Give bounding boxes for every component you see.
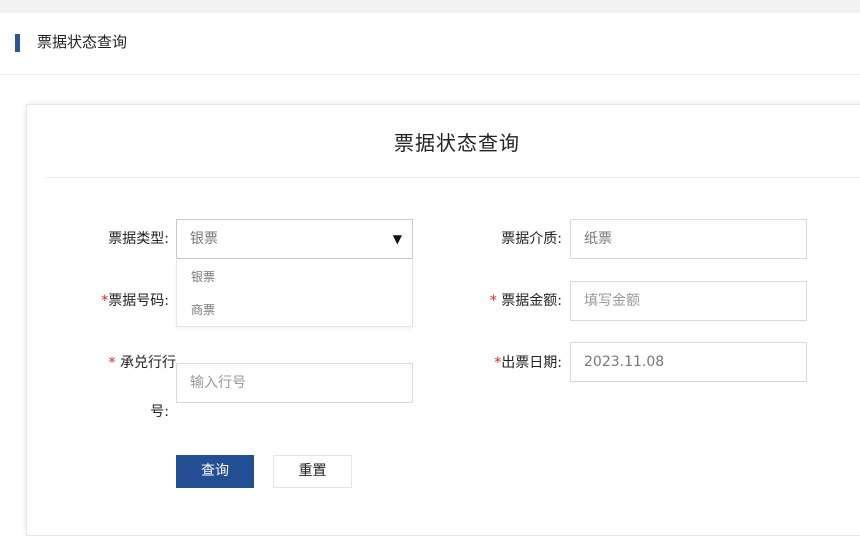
bill-medium-label-text: 票据介质: (501, 231, 562, 247)
bill-number-label-text: 票据号码: (108, 293, 169, 309)
bill-type-dropdown: 银票 商票 (176, 260, 413, 327)
acceptor-bank-label-cont: 号: (78, 403, 169, 421)
required-mark: * (108, 355, 120, 371)
bill-type-label-text: 票据类型: (108, 231, 169, 247)
bill-type-value: 银票 (190, 231, 218, 247)
query-button[interactable]: 查询 (176, 455, 254, 488)
bill-amount-label: * 票据金额: (470, 292, 562, 310)
bill-type-select[interactable]: 银票 ▼ (176, 219, 413, 259)
issue-date-label-text: 出票日期: (501, 355, 562, 371)
acceptor-bank-placeholder: 输入行号 (190, 375, 246, 391)
issue-date-field[interactable]: 2023.11.08 (570, 342, 807, 382)
page-header: 票据状态查询 (0, 13, 860, 75)
dropdown-option-shangpiao[interactable]: 商票 (191, 301, 215, 318)
required-mark: * (489, 293, 502, 309)
acceptor-bank-label-line2: 号: (150, 404, 169, 420)
top-strip (0, 0, 860, 13)
form-title: 票据状态查询 (394, 131, 520, 155)
page-title: 票据状态查询 (37, 33, 128, 51)
bill-type-label: 票据类型: (78, 230, 169, 248)
reset-button[interactable]: 重置 (273, 455, 352, 488)
bill-medium-label: 票据介质: (470, 230, 562, 248)
bill-amount-placeholder: 填写金额 (584, 293, 640, 309)
dropdown-option-yinpiao[interactable]: 银票 (191, 268, 215, 285)
issue-date-value: 2023.11.08 (584, 354, 665, 370)
bill-number-label: *票据号码: (78, 292, 169, 310)
caret-down-icon: ▼ (392, 232, 402, 246)
acceptor-bank-label: * 承兑行行 (78, 354, 176, 372)
issue-date-label: *出票日期: (470, 354, 562, 372)
acceptor-bank-input[interactable]: 输入行号 (176, 363, 413, 403)
bill-amount-label-text: 票据金额: (501, 293, 562, 309)
bill-medium-value: 纸票 (584, 231, 612, 247)
acceptor-bank-label-line1: 承兑行行 (120, 355, 176, 371)
header-accent-bar (15, 34, 20, 52)
form-divider (45, 177, 860, 178)
bill-amount-input[interactable]: 填写金额 (570, 281, 807, 321)
bill-medium-field[interactable]: 纸票 (570, 219, 807, 259)
